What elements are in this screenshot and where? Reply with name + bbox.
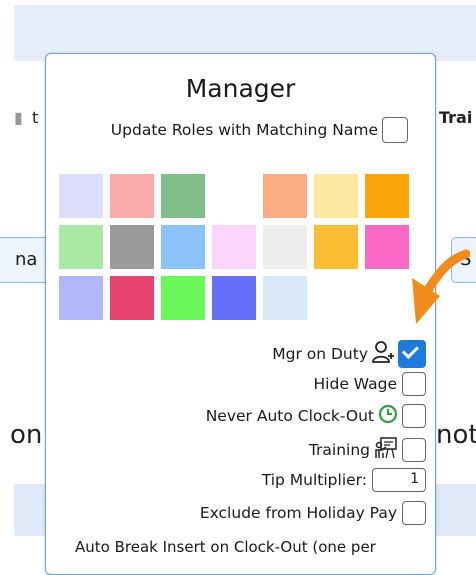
curved-arrow-icon — [412, 249, 470, 324]
color-swatch-grid — [59, 174, 411, 324]
update-roles-row: Update Roles with Matching Name — [46, 117, 408, 143]
person-add-icon — [372, 340, 394, 368]
auto-break-row: Auto Break Insert on Clock-Out (one per — [46, 538, 426, 556]
mgr-on-duty-row: Mgr on Duty — [46, 340, 426, 368]
exclude-holiday-label: Exclude from Holiday Pay — [199, 504, 397, 522]
never-auto-clockout-checkbox[interactable] — [402, 404, 426, 428]
update-roles-checkbox[interactable] — [382, 117, 408, 143]
mgr-on-duty-label: Mgr on Duty — [272, 345, 368, 363]
training-row: Training — [46, 436, 426, 464]
update-roles-label: Update Roles with Matching Name — [110, 121, 378, 139]
tip-multiplier-label: Tip Multiplier: — [261, 471, 367, 489]
color-swatch[interactable] — [110, 276, 154, 320]
color-swatch[interactable] — [59, 276, 103, 320]
bg-left-text-top: t — [32, 108, 39, 127]
bg-left-field-text: na — [15, 249, 38, 270]
color-swatch[interactable] — [314, 225, 358, 269]
training-checkbox[interactable] — [402, 438, 426, 462]
popup-title: Manager — [185, 74, 296, 103]
color-swatch[interactable] — [212, 225, 256, 269]
hide-wage-row: Hide Wage — [46, 372, 426, 396]
color-swatch[interactable] — [110, 225, 154, 269]
color-swatch[interactable] — [263, 225, 307, 269]
auto-break-label: Auto Break Insert on Clock-Out (one per — [75, 538, 376, 556]
bg-right-header: Trai — [439, 108, 473, 127]
color-swatch[interactable] — [110, 174, 154, 218]
training-label: Training — [308, 441, 370, 459]
clock-icon — [378, 404, 398, 428]
exclude-holiday-row: Exclude from Holiday Pay — [46, 501, 426, 525]
color-swatch[interactable] — [161, 174, 205, 218]
color-swatch[interactable] — [59, 225, 103, 269]
color-swatch[interactable] — [212, 276, 256, 320]
bg-left-low-text: on — [10, 420, 43, 450]
hide-wage-checkbox[interactable] — [402, 372, 426, 396]
exclude-holiday-checkbox[interactable] — [402, 501, 426, 525]
manager-popup: Manager Update Roles with Matching Name … — [45, 53, 436, 575]
training-board-icon — [374, 436, 398, 464]
color-swatch[interactable] — [263, 276, 307, 320]
never-auto-clockout-label: Never Auto Clock-Out — [205, 407, 374, 425]
bg-right-low-text: not — [436, 420, 476, 450]
color-swatch[interactable] — [161, 225, 205, 269]
color-swatch[interactable] — [161, 276, 205, 320]
color-swatch[interactable] — [263, 174, 307, 218]
never-auto-clockout-row: Never Auto Clock-Out — [46, 404, 426, 428]
tip-multiplier-row: Tip Multiplier: 1 — [46, 468, 426, 492]
hide-wage-label: Hide Wage — [313, 375, 397, 393]
tip-multiplier-input[interactable]: 1 — [372, 468, 426, 492]
color-swatch[interactable] — [314, 174, 358, 218]
mgr-on-duty-checkbox[interactable] — [398, 340, 426, 368]
bg-puzzle-icon: ▮ — [14, 108, 23, 127]
color-swatch[interactable] — [59, 174, 103, 218]
color-swatch[interactable] — [365, 174, 409, 218]
